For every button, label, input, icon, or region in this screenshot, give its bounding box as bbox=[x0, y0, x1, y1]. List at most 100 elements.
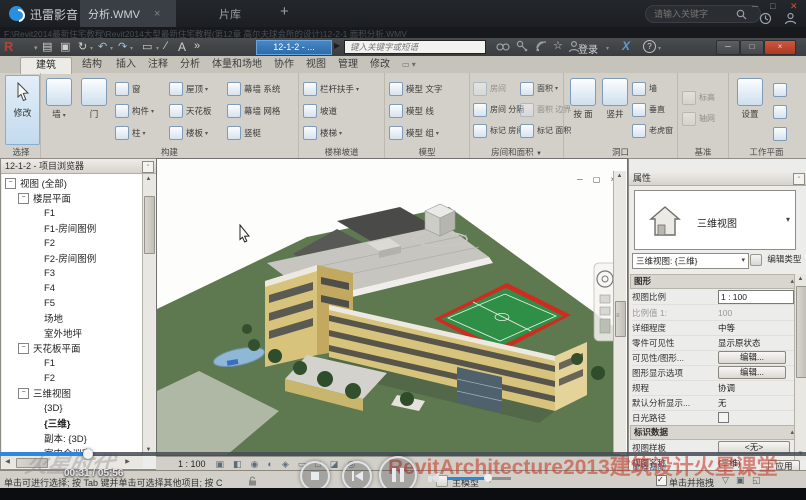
viewer-tool[interactable] bbox=[773, 123, 790, 145]
detail-level-icon[interactable]: ▣ bbox=[216, 459, 225, 470]
ramp-tool[interactable]: 坡道 bbox=[303, 100, 359, 122]
sync-caret-icon[interactable]: ▾ bbox=[90, 45, 93, 52]
tree-item-f4[interactable]: F4 bbox=[44, 281, 55, 295]
curtain-system-tool[interactable]: 幕墙 系统 bbox=[227, 78, 280, 100]
volume-slider-handle[interactable] bbox=[484, 474, 492, 482]
save-icon[interactable]: ▣ bbox=[60, 40, 70, 53]
parts-visibility-value[interactable]: 显示原状态 bbox=[718, 337, 761, 349]
undo-icon[interactable]: ↶ bbox=[98, 40, 107, 53]
zoom-icon[interactable] bbox=[600, 307, 610, 315]
project-browser-title[interactable]: 12-1-2 - 项目浏览器 bbox=[1, 159, 156, 174]
previous-button[interactable] bbox=[342, 461, 372, 491]
edit-type-button[interactable]: 编辑类型 bbox=[750, 253, 804, 269]
tab-massing-site[interactable]: 体量和场地 bbox=[208, 57, 266, 73]
opening-by-face-tool[interactable]: 按 面 bbox=[568, 76, 598, 142]
panel-label-workplane[interactable]: 工作平面 bbox=[729, 146, 804, 158]
wall-tool[interactable]: 墙▾ bbox=[44, 76, 74, 142]
tree-item-f2-legend[interactable]: F2-房间图例 bbox=[44, 251, 96, 265]
player-search-input[interactable] bbox=[652, 8, 736, 20]
shaft-tool[interactable]: 竖井 bbox=[600, 76, 630, 142]
tree-item-f1[interactable]: F1 bbox=[44, 206, 55, 220]
properties-title[interactable]: 属性 bbox=[629, 171, 806, 186]
revit-close-button[interactable]: × bbox=[764, 40, 796, 55]
player-minimize-button[interactable]: ─ bbox=[752, 1, 758, 11]
redo-icon[interactable]: ↷ bbox=[118, 40, 127, 53]
discipline-value[interactable]: 协调 bbox=[718, 382, 735, 394]
drawing-canvas[interactable]: ─ ▢ × ▲ ≡ bbox=[156, 158, 628, 456]
open-icon[interactable]: ▤ bbox=[42, 40, 52, 53]
binoculars-search-icon[interactable] bbox=[496, 40, 510, 53]
set-workplane-tool[interactable]: 设置 bbox=[735, 76, 765, 142]
favorites-star-icon[interactable]: ☆ bbox=[553, 39, 563, 52]
communication-center-icon[interactable] bbox=[535, 40, 548, 53]
detail-level-value[interactable]: 中等 bbox=[718, 322, 735, 334]
lock-icon[interactable] bbox=[248, 476, 257, 486]
player-close-button[interactable]: ✕ bbox=[790, 1, 798, 12]
player-search[interactable] bbox=[645, 5, 761, 23]
model-text-tool[interactable]: 模型 文字 bbox=[389, 78, 442, 100]
type-selector[interactable]: 三维视图 ▾ bbox=[634, 190, 796, 250]
sun-path-checkbox[interactable] bbox=[718, 412, 729, 423]
tree-item-views[interactable]: −视图 (全部) bbox=[5, 176, 67, 190]
panel-label-circulation[interactable]: 楼梯坡道 bbox=[299, 146, 384, 158]
floor-tool[interactable]: 楼板▾ bbox=[169, 122, 212, 144]
user-icon[interactable] bbox=[784, 12, 797, 25]
tree-item-f2[interactable]: F2 bbox=[44, 236, 55, 250]
sun-path-icon[interactable]: ◉ bbox=[251, 459, 259, 470]
show-workplane-tool[interactable] bbox=[773, 79, 790, 101]
panel-label-build[interactable]: 构建 bbox=[41, 146, 298, 158]
tab-analyze[interactable]: 分析 bbox=[176, 57, 204, 73]
tab-manage[interactable]: 管理 bbox=[334, 57, 362, 73]
type-caret-icon[interactable]: ▾ bbox=[786, 215, 790, 224]
revit-minimize-button[interactable]: ─ bbox=[716, 40, 740, 55]
tab-library[interactable]: 片库 bbox=[190, 0, 270, 27]
section-graphics[interactable]: 图形▴ bbox=[630, 274, 799, 289]
sync-icon[interactable]: ↻ bbox=[78, 40, 87, 53]
signin-label[interactable]: 登录 bbox=[578, 41, 598, 56]
stair-tool[interactable]: 楼梯▾ bbox=[303, 122, 359, 144]
seek-bar[interactable] bbox=[0, 452, 806, 456]
help-caret-icon[interactable]: ▾ bbox=[658, 45, 661, 52]
redo-caret-icon[interactable]: ▾ bbox=[130, 45, 133, 52]
tab-architecture[interactable]: 建筑 bbox=[20, 57, 72, 74]
tree-item-f1-legend[interactable]: F1-房间图例 bbox=[44, 221, 96, 235]
render-icon[interactable]: ◈ bbox=[282, 459, 289, 470]
curtain-grid-tool[interactable]: 幕墙 网格 bbox=[227, 100, 280, 122]
panel-label-opening[interactable]: 洞口 bbox=[564, 146, 677, 158]
panel-label-datum[interactable]: 基准 bbox=[678, 146, 728, 158]
revit-logo[interactable]: R bbox=[4, 39, 34, 54]
tree-item-3d-current[interactable]: {三维} bbox=[44, 416, 70, 430]
history-clock-icon[interactable] bbox=[759, 12, 772, 25]
grid-tool[interactable]: 轴网 bbox=[682, 108, 715, 129]
canvas-vscrollbar[interactable]: ▲ ≡ bbox=[613, 171, 626, 454]
wall-opening-tool[interactable]: 墙 bbox=[632, 78, 673, 99]
tree-item-3d[interactable]: {3D} bbox=[44, 401, 63, 415]
player-maximize-button[interactable]: □ bbox=[770, 1, 775, 11]
modify-tool[interactable]: 修改 bbox=[5, 75, 40, 145]
tab-modify[interactable]: 修改 bbox=[366, 57, 394, 73]
type-dropdown[interactable]: 三维视图: {三维} ▾ bbox=[632, 253, 749, 269]
tab-structure[interactable]: 结构 bbox=[76, 57, 108, 73]
seek-bar-handle[interactable] bbox=[83, 449, 93, 459]
signin-caret-icon[interactable]: ▾ bbox=[606, 45, 609, 52]
railing-tool[interactable]: 栏杆扶手▾ bbox=[303, 78, 359, 100]
level-tool[interactable]: 标高 bbox=[682, 87, 715, 108]
tree-item-f3[interactable]: F3 bbox=[44, 266, 55, 280]
tree-item-outdoor[interactable]: 室外地坪 bbox=[44, 326, 82, 340]
panel-label-model[interactable]: 模型 bbox=[385, 146, 469, 158]
scale-value[interactable]: 1 : 100 bbox=[718, 290, 794, 304]
pan-icon[interactable] bbox=[600, 295, 610, 303]
shadows-icon[interactable]: ◐ bbox=[267, 459, 272, 469]
dormer-tool[interactable]: 老虎窗 bbox=[632, 120, 673, 141]
vertical-opening-tool[interactable]: 垂直 bbox=[632, 99, 673, 120]
analysis-display-value[interactable]: 无 bbox=[718, 397, 727, 409]
component-tool[interactable]: 构件▾ bbox=[115, 100, 154, 122]
text-tool-icon[interactable]: A bbox=[178, 40, 186, 54]
visual-style-icon[interactable]: ◧ bbox=[233, 459, 242, 470]
properties-scrollbar[interactable]: ▲ ▼ bbox=[794, 274, 806, 460]
section-identity[interactable]: 标识数据▴ bbox=[630, 425, 799, 440]
dimension-icon[interactable]: ∕ bbox=[165, 40, 167, 52]
qat-more-icon[interactable]: » bbox=[194, 40, 200, 52]
ribbon-collapse-icon[interactable]: ▭ ▾ bbox=[402, 60, 416, 69]
tab-annotate[interactable]: 注释 bbox=[144, 57, 172, 73]
